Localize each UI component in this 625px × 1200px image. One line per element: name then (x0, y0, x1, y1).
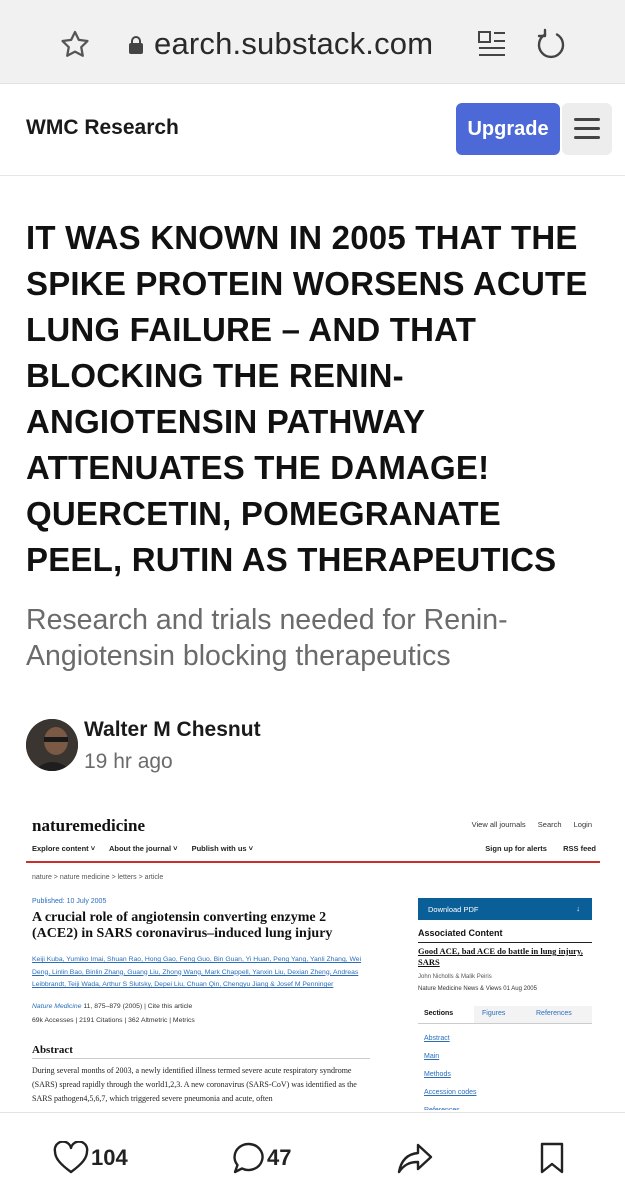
like-count: 104 (91, 1145, 128, 1170)
divider (418, 942, 592, 943)
hamburger-line (574, 127, 600, 130)
journal-name: Nature Medicine (32, 1003, 82, 1010)
author-avatar[interactable] (26, 719, 78, 771)
tab-references: References (536, 1010, 572, 1017)
lock-icon (129, 36, 143, 54)
breadcrumb: nature > nature medicine > letters > art… (32, 874, 164, 881)
section-link: References (424, 1102, 477, 1110)
url-field[interactable]: earch.substack.com (154, 26, 433, 62)
share-button[interactable] (396, 1141, 434, 1175)
section-link: Methods (424, 1071, 451, 1078)
publication-name[interactable]: WMC Research (26, 116, 179, 140)
divider (26, 861, 600, 863)
tab-figures: Figures (482, 1010, 506, 1017)
tab-sections: Sections (424, 1010, 454, 1017)
like-button[interactable]: 104 (52, 1141, 128, 1175)
paper-authors: Keiji Kuba, Yumiko Imai, Shuan Rao, Hong… (32, 956, 362, 988)
reader-mode-icon[interactable] (476, 28, 508, 60)
section-link: Abstract (424, 1035, 450, 1042)
comment-icon (233, 1142, 264, 1174)
view-all-journals-link: View all journals (471, 820, 526, 829)
bookmark-star-icon[interactable] (58, 28, 92, 62)
post-date: 19 hr ago (84, 750, 173, 773)
section-link: Accession codes (424, 1089, 477, 1096)
comment-button[interactable]: 47 (232, 1141, 291, 1175)
publication-header: WMC Research Upgrade (0, 84, 625, 176)
login-link: Login (573, 820, 592, 829)
associated-meta: Nature Medicine News & Views 01 Aug 2005 (418, 986, 537, 992)
abstract-heading: Abstract (32, 1044, 73, 1056)
journal-logo: naturemedicine (32, 816, 146, 835)
heart-icon (53, 1141, 89, 1174)
abstract-text: During several months of 2003, a newly i… (32, 1066, 357, 1103)
share-icon (397, 1143, 433, 1174)
section-list: Abstract Main Methods Accession codes Re… (424, 1030, 477, 1110)
section-link: Main (424, 1053, 440, 1060)
upgrade-button[interactable]: Upgrade (456, 103, 560, 155)
reload-icon[interactable] (535, 28, 567, 60)
author-name[interactable]: Walter M Chesnut (84, 718, 261, 742)
bookmark-icon (540, 1142, 564, 1174)
bookmark-button[interactable] (538, 1141, 566, 1175)
hamburger-line (574, 136, 600, 139)
nav-rss: RSS feed (563, 844, 596, 853)
journal-ref: 11, 875–879 (2005) | Cite this article (81, 1003, 193, 1010)
associated-title: Good ACE, bad ACE do battle in lung inju… (418, 946, 583, 967)
journal-top-links: View all journals Search Login (462, 820, 592, 829)
nav-explore: Explore content ˅ (32, 844, 96, 853)
download-pdf-label: Download PDF (428, 904, 479, 914)
avatar-image (26, 719, 78, 771)
nav-publish: Publish with us ˅ (191, 844, 254, 853)
hamburger-icon (574, 118, 600, 121)
embedded-article-image[interactable]: naturemedicine View all journals Search … (26, 808, 600, 1110)
download-icon: ↓ (576, 904, 580, 913)
article-title: IT WAS KNOWN IN 2005 THAT THE SPIKE PROT… (26, 219, 588, 578)
paper-metrics: 69k Accesses | 2191 Citations | 362 Altm… (32, 1017, 195, 1024)
nav-about: About the journal ˅ (108, 844, 178, 853)
associated-content-heading: Associated Content (418, 928, 503, 938)
divider (32, 1058, 370, 1059)
section-tabs: Sections Figures References (418, 1006, 592, 1024)
journal-citation: Nature Medicine 11, 875–879 (2005) | Cit… (32, 1003, 192, 1010)
paper-title: A crucial role of angiotensin converting… (32, 910, 333, 941)
post-action-bar: 104 47 (0, 1112, 625, 1200)
menu-button[interactable] (562, 103, 612, 155)
published-date: Published: 10 July 2005 (32, 898, 107, 905)
associated-authors: John Nicholls & Malik Peiris (418, 974, 492, 980)
browser-toolbar: earch.substack.com (0, 0, 625, 84)
download-pdf-button: Download PDF ↓ (418, 898, 592, 920)
article-subtitle: Research and trials needed for Renin-Ang… (26, 604, 508, 672)
comment-count: 47 (267, 1145, 292, 1170)
journal-nav: Explore content ˅ About the journal ˅ Pu… (32, 844, 598, 853)
nav-alerts: Sign up for alerts (485, 844, 547, 853)
search-link: Search (537, 820, 562, 829)
